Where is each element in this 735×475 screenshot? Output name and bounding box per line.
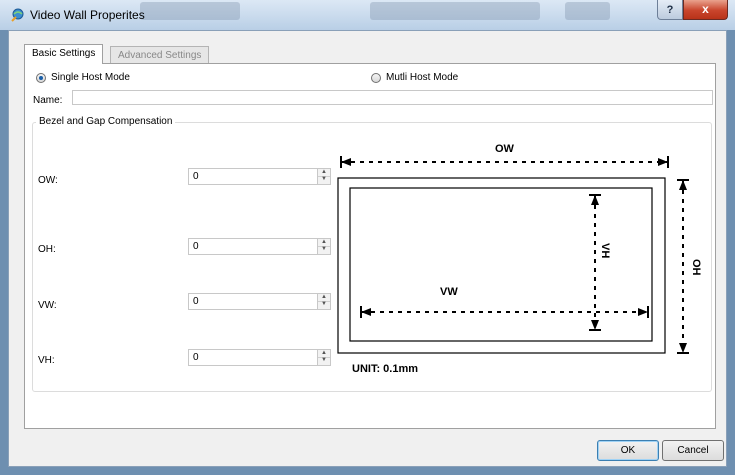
bezel-gap-group-title: Bezel and Gap Compensation bbox=[36, 116, 176, 127]
title-bar[interactable]: Video Wall Properites ? x bbox=[0, 0, 735, 30]
spin-down-icon[interactable]: ▼ bbox=[318, 357, 330, 364]
oh-dimension-arrow bbox=[677, 179, 689, 354]
vw-label: VW: bbox=[38, 300, 57, 311]
help-icon: ? bbox=[666, 4, 674, 16]
vh-spin-buttons: ▲ ▼ bbox=[317, 350, 330, 365]
ok-button[interactable]: OK bbox=[597, 440, 659, 461]
tab-basic-settings[interactable]: Basic Settings bbox=[24, 44, 104, 64]
oh-spinbox[interactable]: 0 ▲ ▼ bbox=[188, 238, 331, 255]
oh-label: OH: bbox=[38, 244, 56, 255]
vw-value: 0 bbox=[193, 296, 199, 307]
name-input[interactable] bbox=[72, 90, 713, 105]
vw-diagram-label: VW bbox=[440, 286, 458, 298]
vw-dimension-arrow bbox=[360, 306, 649, 318]
spin-down-icon[interactable]: ▼ bbox=[318, 176, 330, 183]
inner-view-rect bbox=[349, 187, 653, 342]
vh-value: 0 bbox=[193, 352, 199, 363]
ow-spinbox[interactable]: 0 ▲ ▼ bbox=[188, 168, 331, 185]
ow-value: 0 bbox=[193, 171, 199, 182]
vw-spinbox[interactable]: 0 ▲ ▼ bbox=[188, 293, 331, 310]
background-blur bbox=[370, 2, 540, 20]
window-title: Video Wall Properites bbox=[30, 8, 145, 22]
vh-label: VH: bbox=[38, 355, 55, 366]
ow-label: OW: bbox=[38, 175, 58, 186]
outer-bezel-rect bbox=[337, 177, 666, 354]
multi-host-label: Mutli Host Mode bbox=[386, 72, 459, 83]
app-globe-icon bbox=[11, 8, 24, 22]
spin-down-icon[interactable]: ▼ bbox=[318, 301, 330, 308]
oh-value: 0 bbox=[193, 241, 199, 252]
oh-spin-buttons: ▲ ▼ bbox=[317, 239, 330, 254]
tab-advanced-settings[interactable]: Advanced Settings bbox=[110, 46, 210, 64]
cancel-button[interactable]: Cancel bbox=[662, 440, 724, 461]
vh-dimension-arrow bbox=[589, 194, 601, 331]
single-host-radio[interactable] bbox=[36, 73, 46, 83]
oh-diagram-label: OH bbox=[690, 259, 702, 276]
background-blur bbox=[140, 2, 240, 20]
ow-spin-buttons: ▲ ▼ bbox=[317, 169, 330, 184]
ow-dimension-arrow bbox=[340, 156, 669, 168]
spin-down-icon[interactable]: ▼ bbox=[318, 246, 330, 253]
close-button[interactable]: x bbox=[683, 0, 728, 20]
background-blur bbox=[565, 2, 610, 20]
close-icon: x bbox=[702, 2, 709, 16]
vh-spinbox[interactable]: 0 ▲ ▼ bbox=[188, 349, 331, 366]
multi-host-radio[interactable] bbox=[371, 73, 381, 83]
vw-spin-buttons: ▲ ▼ bbox=[317, 294, 330, 309]
help-button[interactable]: ? bbox=[657, 0, 683, 20]
vh-diagram-label: VH bbox=[599, 243, 611, 258]
single-host-label: Single Host Mode bbox=[51, 72, 130, 83]
name-label: Name: bbox=[33, 95, 63, 106]
ow-diagram-label: OW bbox=[495, 143, 515, 155]
bezel-diagram: OW OH VH VW UNIT: 0.1mm bbox=[337, 143, 702, 375]
unit-label: UNIT: 0.1mm bbox=[352, 363, 418, 375]
